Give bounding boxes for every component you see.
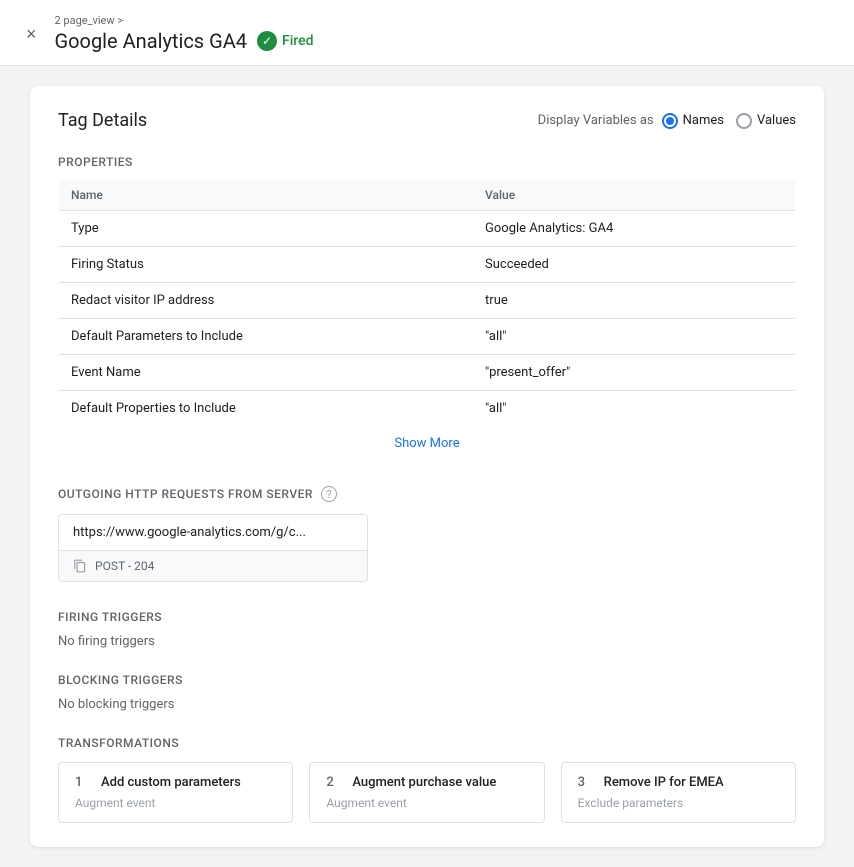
property-value: "all" [473,391,795,427]
property-value: Google Analytics: GA4 [473,211,795,247]
http-section-label: Outgoing HTTP Requests from Server [58,487,313,501]
firing-triggers-label: Firing Triggers [58,610,796,624]
transformation-type: Exclude parameters [578,796,779,810]
properties-section: Properties Name Value TypeGoogle Analyti… [58,155,796,462]
transformation-header: 1 Add custom parameters [75,775,276,790]
header-title-area: 2 page_view > Google Analytics GA4 ✓ Fir… [55,14,314,53]
values-radio-option[interactable]: Values [736,113,796,129]
values-radio-circle [736,113,752,129]
transformation-card: 3 Remove IP for EMEA Exclude parameters [561,762,796,823]
no-firing-triggers-text: No firing triggers [58,634,796,649]
card-title: Tag Details [58,110,147,131]
table-row: Firing StatusSucceeded [59,247,796,283]
transformations-label: Transformations [58,736,796,750]
display-variables-label: Display Variables as [538,113,654,128]
blocking-triggers-label: Blocking Triggers [58,673,796,687]
property-name: Default Parameters to Include [59,319,474,355]
property-name: Redact visitor IP address [59,283,474,319]
names-radio-circle [662,113,678,129]
table-row: Event Name"present_offer" [59,355,796,391]
transformation-number: 1 [75,775,91,790]
page-title-row: Google Analytics GA4 ✓ Fired [55,29,314,53]
fired-badge: ✓ Fired [257,31,314,51]
main-content: Tag Details Display Variables as Names V… [0,66,854,867]
transformation-number: 2 [326,775,342,790]
table-row: Default Parameters to Include"all" [59,319,796,355]
show-more-cell: Show More [59,426,796,462]
http-method: POST - 204 [59,551,367,581]
fired-label: Fired [282,33,314,49]
firing-triggers-section: Firing Triggers No firing triggers [58,610,796,649]
names-radio-option[interactable]: Names [662,113,724,129]
transformation-card: 2 Augment purchase value Augment event [309,762,544,823]
names-option-label: Names [683,113,724,128]
transformation-name: Augment purchase value [352,775,496,790]
blocking-triggers-section: Blocking Triggers No blocking triggers [58,673,796,712]
transformations-row: 1 Add custom parameters Augment event 2 Augm… [58,762,796,823]
transformation-type: Augment event [326,796,527,810]
col-name-header: Name [59,180,474,211]
transformation-name: Add custom parameters [101,775,241,790]
property-name: Type [59,211,474,247]
http-request-box: https://www.google-analytics.com/g/c... … [58,514,368,582]
property-value: true [473,283,795,319]
property-value: Succeeded [473,247,795,283]
transformations-section: Transformations 1 Add custom parameters Au… [58,736,796,823]
show-more-row: Show More [59,426,796,462]
display-variables-control: Display Variables as Names Values [538,113,796,129]
values-option-label: Values [757,113,796,128]
tag-details-card: Tag Details Display Variables as Names V… [30,86,824,847]
table-row: Default Properties to Include"all" [59,391,796,427]
transformation-header: 3 Remove IP for EMEA [578,775,779,790]
transformation-header: 2 Augment purchase value [326,775,527,790]
property-name: Event Name [59,355,474,391]
copy-icon [73,559,87,573]
header-bar: × 2 page_view > Google Analytics GA4 ✓ F… [0,0,854,66]
transformation-type: Augment event [75,796,276,810]
card-header: Tag Details Display Variables as Names V… [58,110,796,131]
transformation-number: 3 [578,775,594,790]
property-value: "all" [473,319,795,355]
property-value: "present_offer" [473,355,795,391]
show-more-button[interactable]: Show More [394,436,459,451]
table-row: Redact visitor IP addresstrue [59,283,796,319]
http-method-label: POST - 204 [95,559,154,573]
transformation-name: Remove IP for EMEA [604,775,724,790]
breadcrumb: 2 page_view > [55,14,314,27]
table-row: TypeGoogle Analytics: GA4 [59,211,796,247]
properties-table: Name Value TypeGoogle Analytics: GA4Firi… [58,179,796,462]
no-blocking-triggers-text: No blocking triggers [58,697,796,712]
close-button[interactable]: × [20,23,43,45]
page-title: Google Analytics GA4 [55,29,247,53]
col-value-header: Value [473,180,795,211]
http-url: https://www.google-analytics.com/g/c... [59,515,367,551]
fired-icon: ✓ [257,31,277,51]
properties-section-label: Properties [58,155,796,169]
property-name: Default Properties to Include [59,391,474,427]
http-section: Outgoing HTTP Requests from Server ? htt… [58,486,796,586]
transformation-card: 1 Add custom parameters Augment event [58,762,293,823]
radio-group: Names Values [662,113,796,129]
table-header-row: Name Value [59,180,796,211]
http-info-icon: ? [321,486,337,502]
property-name: Firing Status [59,247,474,283]
